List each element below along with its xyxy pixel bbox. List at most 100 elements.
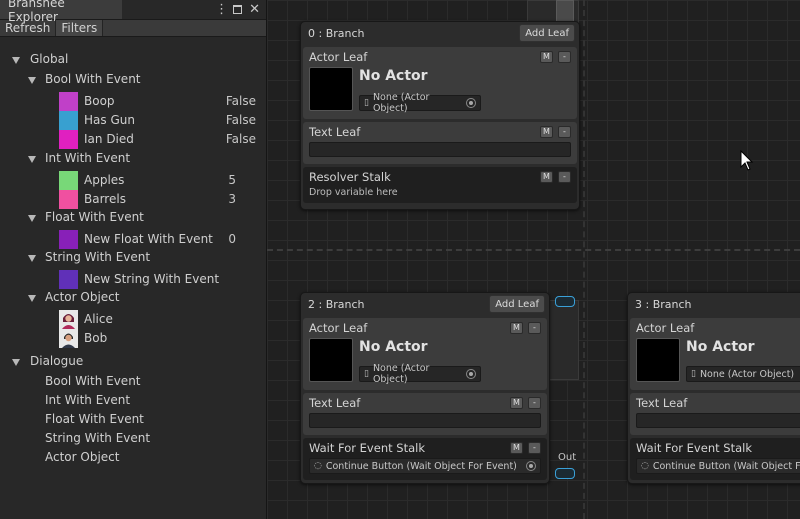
tree-item-ian-died[interactable]: Ian Died False bbox=[0, 130, 266, 149]
tree-item-barrels[interactable]: Barrels 3 bbox=[0, 190, 266, 209]
actor-portrait bbox=[309, 338, 353, 382]
node-header[interactable]: 2 : Branch Add Leaf bbox=[301, 293, 549, 315]
add-leaf-button[interactable]: Add Leaf bbox=[489, 295, 545, 313]
drop-hint[interactable]: Drop variable here bbox=[303, 187, 577, 198]
tree-group-float[interactable]: Float With Event bbox=[0, 208, 266, 227]
expand-caret-icon[interactable] bbox=[12, 57, 20, 64]
output-port-label: Out bbox=[558, 452, 577, 463]
add-leaf-button[interactable]: Add Leaf bbox=[519, 24, 575, 42]
maximize-leaf-button[interactable]: M bbox=[510, 322, 523, 334]
variable-color-swatch bbox=[59, 190, 78, 209]
tree-group-string[interactable]: String With Event bbox=[0, 248, 266, 267]
tree-group-dialogue[interactable]: Dialogue bbox=[0, 352, 266, 371]
wait-object-icon: ◌ bbox=[641, 461, 649, 471]
tree-item-boop[interactable]: Boop False bbox=[0, 92, 266, 111]
text-leaf[interactable]: Text Leaf M - bbox=[303, 393, 547, 435]
stalk-title: Wait For Event Stalk bbox=[309, 441, 425, 455]
wait-object-field[interactable]: ◌ Continue Button (Wait Object For Event… bbox=[636, 458, 800, 474]
document-icon: ▯ bbox=[364, 98, 369, 108]
actor-leaf[interactable]: Actor Leaf M - No Actor ▯ None (Actor Ob… bbox=[303, 47, 577, 119]
actor-name: No Actor bbox=[359, 68, 428, 84]
leaf-title: Text Leaf bbox=[636, 396, 688, 410]
leaf-title: Actor Leaf bbox=[636, 321, 695, 335]
actor-object-field[interactable]: ▯ None (Actor Object) bbox=[686, 366, 800, 382]
grid-divider-vertical bbox=[583, 0, 585, 519]
maximize-stalk-button[interactable]: M bbox=[510, 442, 523, 454]
node-title: 3 : Branch bbox=[635, 297, 692, 311]
close-icon[interactable]: ✕ bbox=[249, 2, 260, 17]
actor-object-field[interactable]: ▯ None (Actor Object) bbox=[359, 363, 481, 385]
text-leaf-input[interactable] bbox=[309, 142, 571, 157]
tree-item-new-float[interactable]: New Float With Event 0 bbox=[0, 230, 266, 249]
leaf-title: Text Leaf bbox=[309, 125, 361, 139]
expand-caret-icon[interactable] bbox=[28, 156, 36, 163]
refresh-button[interactable]: Refresh bbox=[0, 20, 57, 36]
actor-portrait bbox=[636, 338, 680, 382]
object-picker-icon[interactable] bbox=[466, 98, 476, 108]
actor-portrait bbox=[309, 67, 353, 111]
tree-item-alice[interactable]: Alice bbox=[0, 310, 266, 329]
wait-for-event-stalk[interactable]: Wait For Event Stalk M - ◌ Continue Butt… bbox=[303, 438, 547, 480]
expand-caret-icon[interactable] bbox=[12, 359, 20, 366]
stalk-title: Resolver Stalk bbox=[309, 170, 391, 184]
tree-item-apples[interactable]: Apples 5 bbox=[0, 171, 266, 190]
object-picker-icon[interactable] bbox=[526, 461, 536, 471]
remove-leaf-button[interactable]: - bbox=[528, 322, 541, 334]
maximize-leaf-button[interactable]: M bbox=[540, 126, 553, 138]
explorer-panel: Branshee Explorer ⋮ ✕ Refresh Filters Gl… bbox=[0, 0, 267, 519]
input-port[interactable] bbox=[555, 296, 575, 307]
expand-caret-icon[interactable] bbox=[28, 215, 36, 222]
tree-dialogue-string[interactable]: String With Event bbox=[0, 429, 266, 448]
tree-dialogue-actor[interactable]: Actor Object bbox=[0, 448, 266, 467]
remove-stalk-button[interactable]: - bbox=[558, 171, 571, 183]
node-title: 2 : Branch bbox=[308, 297, 365, 311]
actor-leaf[interactable]: Actor Leaf No Actor ▯ None (Actor Object… bbox=[630, 318, 800, 390]
tree-group-int[interactable]: Int With Event bbox=[0, 149, 266, 168]
tree-item-has-gun[interactable]: Has Gun False bbox=[0, 111, 266, 130]
branch-node-0[interactable]: 0 : Branch Add Leaf Actor Leaf M - No Ac… bbox=[300, 21, 580, 210]
tree-dialogue-bool[interactable]: Bool With Event bbox=[0, 372, 266, 391]
remove-leaf-button[interactable]: - bbox=[558, 126, 571, 138]
tree-dialogue-float[interactable]: Float With Event bbox=[0, 410, 266, 429]
text-leaf[interactable]: Text Leaf M - bbox=[303, 122, 577, 164]
maximize-leaf-button[interactable]: M bbox=[510, 397, 523, 409]
remove-leaf-button[interactable]: - bbox=[528, 397, 541, 409]
tree-item-bob[interactable]: Bob bbox=[0, 329, 266, 348]
maximize-icon[interactable] bbox=[233, 4, 243, 14]
node-header[interactable]: 3 : Branch bbox=[628, 293, 800, 315]
text-leaf-input[interactable] bbox=[636, 413, 800, 428]
more-options-icon[interactable]: ⋮ bbox=[215, 2, 228, 17]
actor-leaf[interactable]: Actor Leaf M - No Actor ▯ None (Actor Ob… bbox=[303, 318, 547, 390]
expand-caret-icon[interactable] bbox=[28, 255, 36, 262]
text-leaf[interactable]: Text Leaf bbox=[630, 393, 800, 435]
bob-avatar-icon bbox=[59, 329, 78, 348]
expand-caret-icon[interactable] bbox=[28, 77, 36, 84]
maximize-leaf-button[interactable]: M bbox=[540, 51, 553, 63]
variable-color-swatch bbox=[59, 230, 78, 249]
filters-button[interactable]: Filters bbox=[56, 20, 104, 36]
wait-for-event-stalk[interactable]: Wait For Event Stalk ◌ Continue Button (… bbox=[630, 438, 800, 480]
tree-group-bool[interactable]: Bool With Event bbox=[0, 70, 266, 89]
tree-dialogue-int[interactable]: Int With Event bbox=[0, 391, 266, 410]
tree-item-new-string[interactable]: New String With Event bbox=[0, 270, 266, 289]
expand-caret-icon[interactable] bbox=[28, 295, 36, 302]
explorer-tab[interactable]: Branshee Explorer bbox=[0, 0, 122, 24]
remove-leaf-button[interactable]: - bbox=[558, 51, 571, 63]
text-leaf-input[interactable] bbox=[309, 413, 541, 428]
resolver-stalk[interactable]: Resolver Stalk M - Drop variable here bbox=[303, 167, 577, 203]
tree-group-global[interactable]: Global bbox=[0, 50, 266, 69]
actor-object-field[interactable]: ▯ None (Actor Object) bbox=[359, 92, 481, 114]
tree-group-actor[interactable]: Actor Object bbox=[0, 288, 266, 307]
wait-object-field[interactable]: ◌ Continue Button (Wait Object For Event… bbox=[309, 458, 541, 474]
remove-stalk-button[interactable]: - bbox=[528, 442, 541, 454]
maximize-stalk-button[interactable]: M bbox=[540, 171, 553, 183]
output-port[interactable] bbox=[555, 468, 575, 479]
leaf-title: Actor Leaf bbox=[309, 321, 368, 335]
object-picker-icon[interactable] bbox=[466, 369, 476, 379]
node-header[interactable]: 0 : Branch Add Leaf bbox=[301, 22, 579, 44]
wait-object-icon: ◌ bbox=[314, 461, 322, 471]
actor-name: No Actor bbox=[359, 339, 428, 355]
branch-node-2[interactable]: 2 : Branch Add Leaf Actor Leaf M - No Ac… bbox=[300, 292, 550, 484]
branch-node-3[interactable]: 3 : Branch Actor Leaf No Actor ▯ None (A… bbox=[627, 292, 800, 484]
document-icon: ▯ bbox=[691, 369, 696, 379]
